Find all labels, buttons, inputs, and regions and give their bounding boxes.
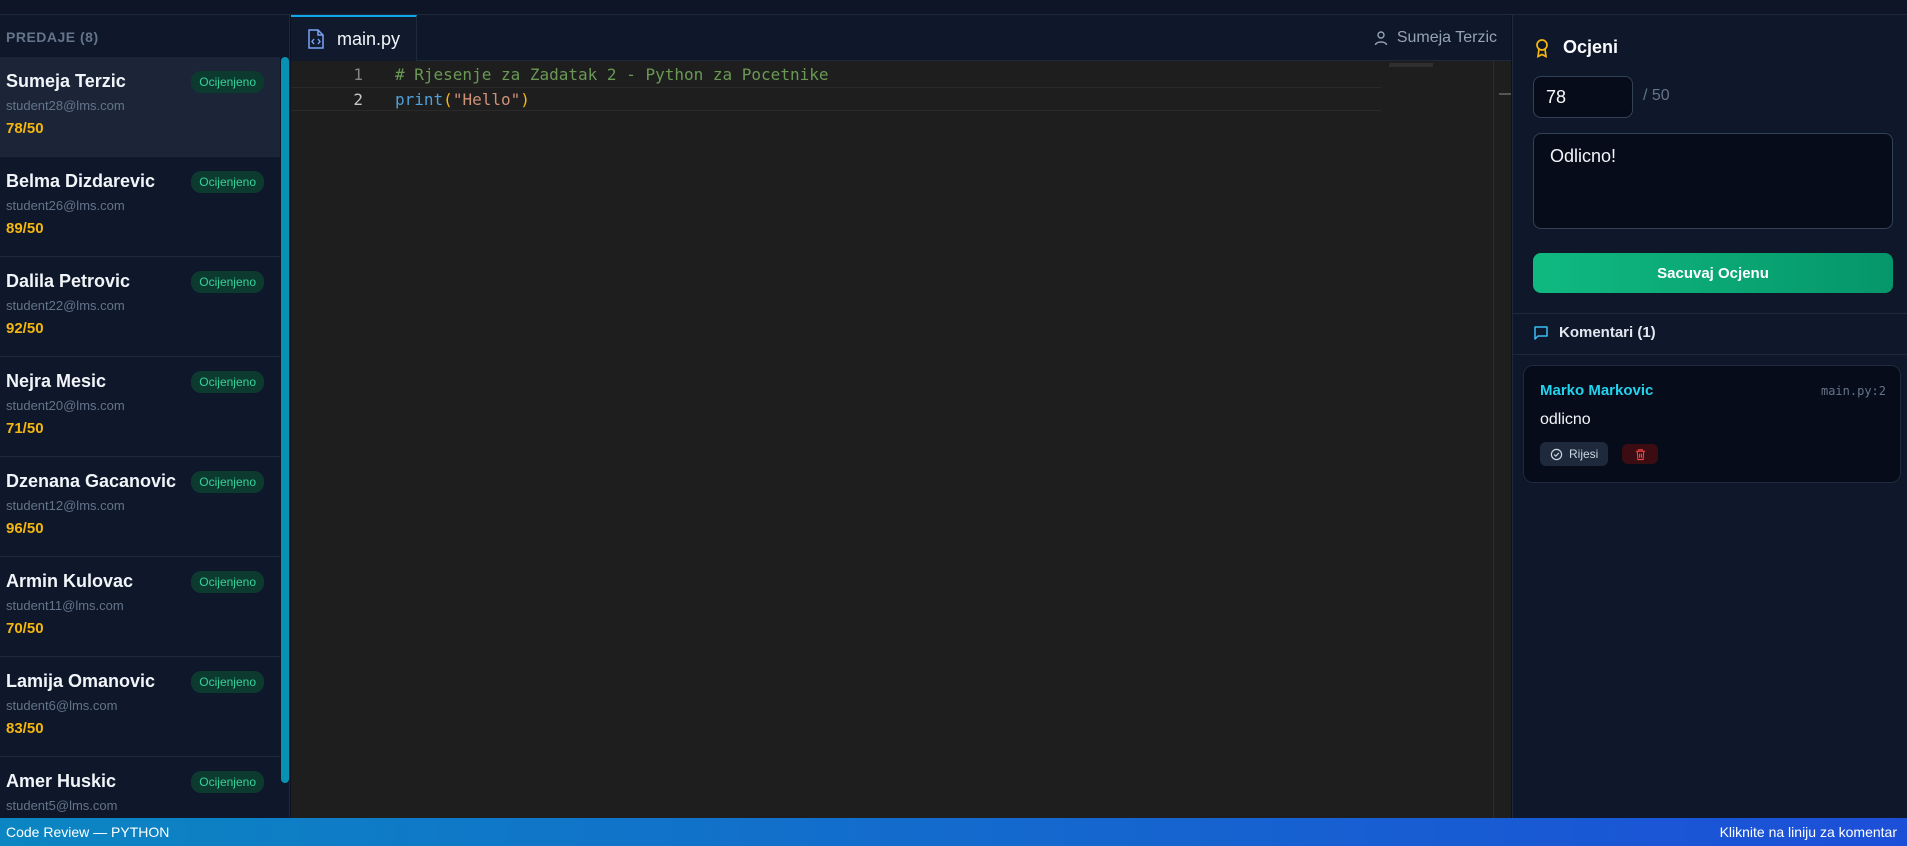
student-score: 78/50 xyxy=(6,120,44,137)
student-email: student11@lms.com xyxy=(6,598,124,613)
submissions-list: Sumeja Terzic student28@lms.com 78/50 Oc… xyxy=(0,57,280,818)
student-score: 83/50 xyxy=(6,720,44,737)
submission-item-7[interactable]: Amer Huskic student5@lms.com Ocijenjeno xyxy=(0,757,280,818)
comment-author: Marko Markovic xyxy=(1540,382,1654,399)
status-badge: Ocijenjeno xyxy=(191,371,264,393)
status-badge: Ocijenjeno xyxy=(191,171,264,193)
python-file-icon xyxy=(308,29,324,49)
minimap-preview xyxy=(1389,63,1433,67)
status-badge: Ocijenjeno xyxy=(191,271,264,293)
token-paren-close: ) xyxy=(520,90,530,109)
grade-title-text: Ocjeni xyxy=(1563,37,1619,57)
score-input[interactable] xyxy=(1533,76,1633,118)
line-number: 1 xyxy=(353,65,363,84)
user-icon xyxy=(1374,31,1388,46)
submissions-sidebar: PREDAJE (8) Sumeja Terzic student28@lms.… xyxy=(0,15,290,818)
status-left: Code Review — PYTHON xyxy=(6,824,170,840)
comment-text: odlicno xyxy=(1540,411,1591,428)
line-content: print("Hello") xyxy=(395,88,530,112)
token-function: print xyxy=(395,90,444,109)
student-score: 70/50 xyxy=(6,620,44,637)
status-badge: Ocijenjeno xyxy=(191,571,264,593)
status-badge: Ocijenjeno xyxy=(191,771,264,793)
submissions-header: PREDAJE (8) xyxy=(6,29,99,45)
resolve-label: Rijesi xyxy=(1569,447,1599,461)
student-email: student26@lms.com xyxy=(6,198,125,213)
status-bar: Code Review — PYTHON Kliknite na liniju … xyxy=(0,818,1907,846)
tab-label: main.py xyxy=(337,28,401,49)
comments-title: Komentari (1) xyxy=(1559,324,1656,341)
divider xyxy=(1513,354,1907,355)
minimap-divider xyxy=(1493,61,1494,818)
feedback-textarea[interactable]: Odlicno! xyxy=(1533,133,1893,229)
student-email: student20@lms.com xyxy=(6,398,125,413)
trash-icon xyxy=(1635,448,1645,460)
student-score: 89/50 xyxy=(6,220,44,237)
score-max: / 50 xyxy=(1643,87,1670,104)
status-badge: Ocijenjeno xyxy=(191,671,264,693)
submission-item-5[interactable]: Armin Kulovac student11@lms.com 70/50 Oc… xyxy=(0,557,280,657)
code-line-2[interactable]: 2 print("Hello") xyxy=(291,87,1381,111)
student-score: 92/50 xyxy=(6,320,44,337)
sidebar-scrollbar[interactable] xyxy=(281,57,289,783)
status-badge: Ocijenjeno xyxy=(191,471,264,493)
submission-item-2[interactable]: Dalila Petrovic student22@lms.com 92/50 … xyxy=(0,257,280,357)
submission-item-3[interactable]: Nejra Mesic student20@lms.com 71/50 Ocij… xyxy=(0,357,280,457)
submission-item-0[interactable]: Sumeja Terzic student28@lms.com 78/50 Oc… xyxy=(0,57,280,157)
minimap-cursor-mark xyxy=(1499,93,1511,95)
comments-header: Komentari (1) xyxy=(1533,324,1656,341)
token-paren-open: ( xyxy=(443,90,453,109)
student-email: student5@lms.com xyxy=(6,798,118,813)
tab-bar: main.py Sumeja Terzic xyxy=(291,15,1511,61)
submission-owner: Sumeja Terzic xyxy=(1373,29,1497,47)
award-icon xyxy=(1536,38,1548,58)
tab-main-py[interactable]: main.py xyxy=(291,15,417,61)
save-grade-button[interactable]: Sacuvaj Ocjenu xyxy=(1533,253,1893,293)
student-score: 71/50 xyxy=(6,420,44,437)
grading-panel: Ocjeni / 50 Odlicno! Sacuvaj Ocjenu Kome… xyxy=(1512,15,1907,818)
code-line-1[interactable]: 1 # Rjesenje za Zadatak 2 - Python za Po… xyxy=(291,63,1381,87)
status-badge: Ocijenjeno xyxy=(191,71,264,93)
code-editor: main.py Sumeja Terzic 1 # Rjesenje za Za… xyxy=(291,15,1511,818)
student-email: student28@lms.com xyxy=(6,98,125,113)
status-right: Kliknite na liniju za komentar xyxy=(1719,824,1897,840)
delete-comment-button[interactable] xyxy=(1622,444,1658,464)
check-circle-icon xyxy=(1550,448,1563,460)
comment-card: Marko Markovic main.py:2 odlicno Rijesi xyxy=(1523,365,1901,483)
top-strip xyxy=(0,0,1907,15)
line-number: 2 xyxy=(353,90,363,109)
code-lines: 1 # Rjesenje za Zadatak 2 - Python za Po… xyxy=(291,63,1381,111)
message-square-icon xyxy=(1534,325,1548,340)
owner-name: Sumeja Terzic xyxy=(1396,29,1497,46)
student-email: student12@lms.com xyxy=(6,498,125,513)
comment-location[interactable]: main.py:2 xyxy=(1821,384,1886,398)
token-string: "Hello" xyxy=(452,90,521,109)
divider xyxy=(1513,313,1907,314)
student-score: 96/50 xyxy=(6,520,44,537)
submission-item-4[interactable]: Dzenana Gacanovic student12@lms.com 96/5… xyxy=(0,457,280,557)
line-content: # Rjesenje za Zadatak 2 - Python za Poce… xyxy=(395,65,829,84)
submission-item-6[interactable]: Lamija Omanovic student6@lms.com 83/50 O… xyxy=(0,657,280,757)
student-email: student6@lms.com xyxy=(6,698,118,713)
resolve-button[interactable]: Rijesi xyxy=(1540,442,1609,466)
submission-item-1[interactable]: Belma Dizdarevic student26@lms.com 89/50… xyxy=(0,157,280,257)
student-email: student22@lms.com xyxy=(6,298,125,313)
grade-title: Ocjeni xyxy=(1533,37,1618,58)
